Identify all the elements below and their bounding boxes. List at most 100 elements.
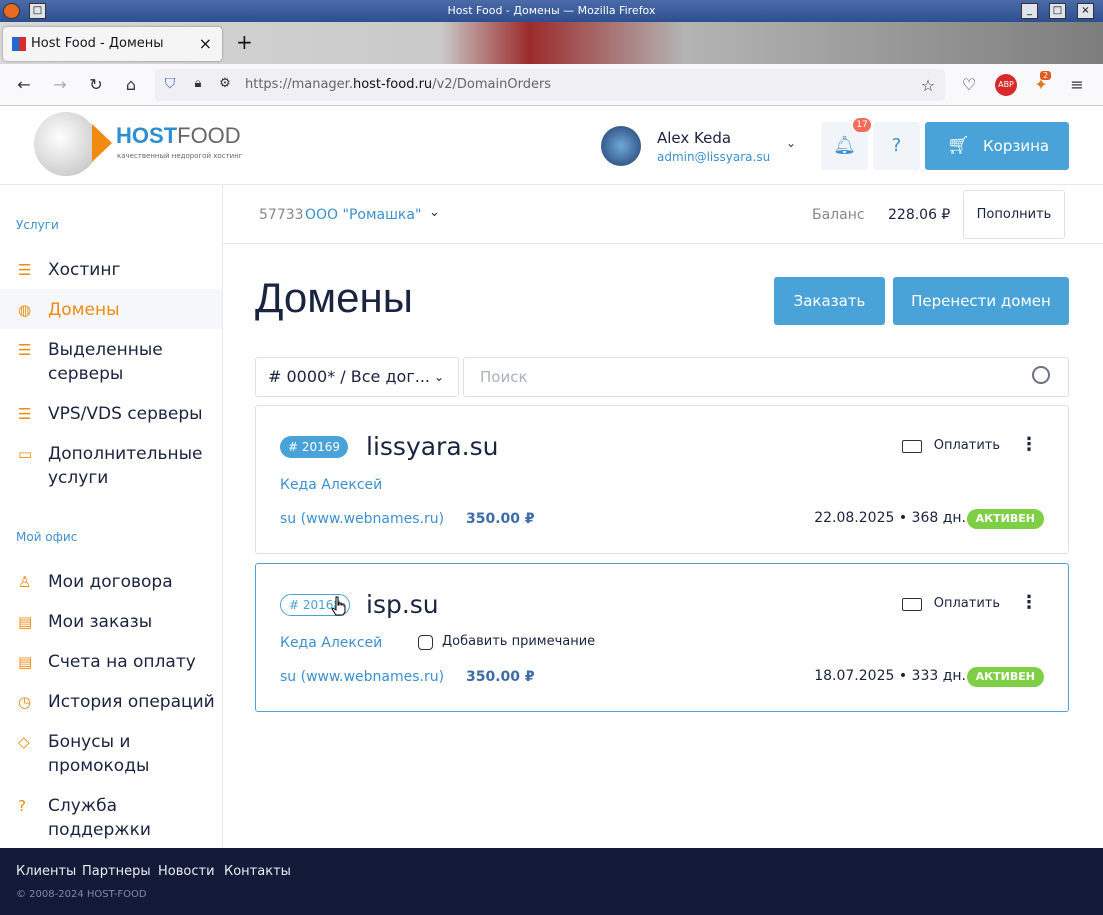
sidebar-item-label: Счета на оплату [48,652,196,672]
close-tab-icon[interactable]: × [199,27,212,61]
logo-text[interactable]: HOSTFOOD [116,123,241,149]
pay-label: Оплатить [933,596,1000,611]
pay-button[interactable]: Оплатить [901,438,1000,453]
page: HOSTFOOD качественный недорогой хостинг … [0,106,1103,915]
chevron-down-icon[interactable]: ⌄ [786,136,796,150]
window-titlebar: Host Food - Домены — Mozilla Firefox □ _… [0,0,1103,22]
shield-icon[interactable]: ⛉ [160,76,180,92]
firefox-icon [3,3,20,19]
permissions-icon[interactable]: ⚙ [215,76,235,91]
transfer-domain-button[interactable]: Перенести домен [893,277,1069,325]
more-options-icon[interactable]: ⋮ [1020,592,1038,613]
url-text[interactable]: https://manager.host-food.ru/v2/DomainOr… [245,77,551,92]
adblock-icon[interactable]: ABP [995,74,1017,96]
server-icon: ☰ [18,261,32,279]
reload-icon[interactable]: ↻ [86,75,106,94]
window-title: Host Food - Домены — Mozilla Firefox [447,4,656,17]
search-input[interactable] [464,358,964,396]
domain-name[interactable]: isp.su [366,590,439,619]
sidebar-item-dedicated[interactable]: ☰ Выделенные серверы [0,338,222,386]
sidebar-item-hosting[interactable]: ☰ Хостинг [0,258,222,282]
user-email[interactable]: admin@lissyara.su [657,150,770,164]
user-name[interactable]: Alex Keda [657,129,731,147]
site-footer: Клиенты Партнеры Новости Контакты © 2008… [0,848,1103,915]
sidebar-item-bonuses[interactable]: ◇ Бонусы и промокоды [0,730,222,778]
sidebar-item-vps[interactable]: ☰ VPS/VDS серверы [0,402,222,426]
sidebar-item-support[interactable]: ? Служба поддержки [0,794,222,842]
invoice-icon: ▤ [18,653,33,671]
status-badge: АКТИВЕН [966,509,1044,529]
browser-tab[interactable]: Host Food - Домены × [3,27,222,61]
footer-link-clients[interactable]: Клиенты [16,864,76,879]
domain-name[interactable]: lissyara.su [366,432,498,461]
menu-icon[interactable]: ≡ [1067,75,1087,94]
sidebar-item-label: Мои договора [48,572,173,592]
sidebar-item-history[interactable]: ◷ История операций [0,690,222,714]
window-icon: ▭ [18,445,33,463]
logo-triangle [92,124,112,162]
minimize-button[interactable]: _ [1021,3,1038,19]
contract-bar: 57733 ООО "Ромашка" ⌄ Баланс 228.06 ₽ По… [223,185,1103,244]
contract-filter-select[interactable]: # 0000* / Все дог... ⌄ [255,357,459,397]
back-icon[interactable]: ← [14,75,34,94]
cart-button[interactable]: 🛒︎ Корзина [925,122,1069,170]
sidebar-item-label: Служба поддержки [48,796,151,840]
forward-icon[interactable]: → [50,75,70,94]
sidebar-item-additional[interactable]: ▭ Дополнительные услуги [0,442,222,490]
contract-id[interactable]: 57733 [259,207,304,223]
window-menu-button[interactable]: □ [29,3,46,19]
footer-link-partners[interactable]: Партнеры [82,864,151,879]
sidebar-item-invoices[interactable]: ▤ Счета на оплату [0,650,222,674]
topup-button[interactable]: Пополнить [963,190,1065,239]
logo-plate[interactable] [34,112,98,176]
chevron-down-icon[interactable]: ⌄ [429,205,440,220]
sidebar-item-contracts[interactable]: ♙ Мои договора [0,570,222,594]
search-icon[interactable] [1032,366,1050,384]
tag-icon: ◇ [18,733,30,751]
new-tab-button[interactable]: + [236,30,253,54]
sidebar-item-label: Бонусы и промокоды [48,732,150,776]
domain-card: # 20168 isp.su Кеда Алексей Добавить при… [255,563,1069,712]
logo-host: HOST [116,123,178,148]
domain-owner[interactable]: Кеда Алексей [280,635,382,651]
favicon-icon [12,37,26,51]
pocket-icon[interactable]: ♡ [959,75,979,94]
tab-title: Host Food - Домены [31,36,164,51]
footer-link-contacts[interactable]: Контакты [224,864,291,879]
avatar[interactable] [601,126,641,166]
sidebar: Услуги ☰ Хостинг ◍ Домены ☰ Выделенные с… [0,185,223,848]
domain-id-badge[interactable]: # 20169 [280,436,349,458]
close-window-button[interactable]: × [1077,3,1094,19]
sidebar-item-orders[interactable]: ▤ Мои заказы [0,610,222,634]
url-prefix: https://manager. [245,77,353,92]
add-note-label: Добавить примечание [442,634,596,649]
domain-registrar[interactable]: su (www.webnames.ru) [280,669,444,685]
pay-button[interactable]: Оплатить [901,596,1000,611]
domain-price: 350.00 ₽ [466,669,535,685]
sidebar-item-domains[interactable]: ◍ Домены [0,289,222,329]
page-title: Домены [255,274,413,321]
sidebar-item-label: Домены [48,300,120,320]
lock-icon[interactable]: 🔒︎ [188,76,208,91]
more-options-icon[interactable]: ⋮ [1020,434,1038,455]
domain-price: 350.00 ₽ [466,511,535,527]
domain-owner[interactable]: Кеда Алексей [280,477,382,493]
order-button[interactable]: Заказать [774,277,885,325]
extension-badge: 2 [1040,71,1052,80]
domain-expiry: 22.08.2025 • 368 дн. [814,510,966,526]
cart-icon: 🛒︎ [947,135,970,156]
site-header: HOSTFOOD качественный недорогой хостинг … [0,106,1103,185]
help-button[interactable]: ? [873,122,920,170]
maximize-button[interactable]: □ [1049,3,1066,19]
add-note-button[interactable]: Добавить примечание [418,634,596,650]
url-bar[interactable]: ⛉ 🔒︎ ⚙ https://manager.host-food.ru/v2/D… [155,69,945,101]
cloud-server-icon: ☰ [18,405,32,423]
sidebar-item-label: VPS/VDS серверы [48,404,203,424]
footer-link-news[interactable]: Новости [158,864,215,879]
url-host: host-food.ru [352,77,433,92]
credit-card-icon [901,440,922,453]
home-icon[interactable]: ⌂ [121,75,141,94]
bookmark-star-icon[interactable]: ☆ [918,76,938,95]
domain-registrar[interactable]: su (www.webnames.ru) [280,511,444,527]
contract-name[interactable]: ООО "Ромашка" [305,207,421,223]
